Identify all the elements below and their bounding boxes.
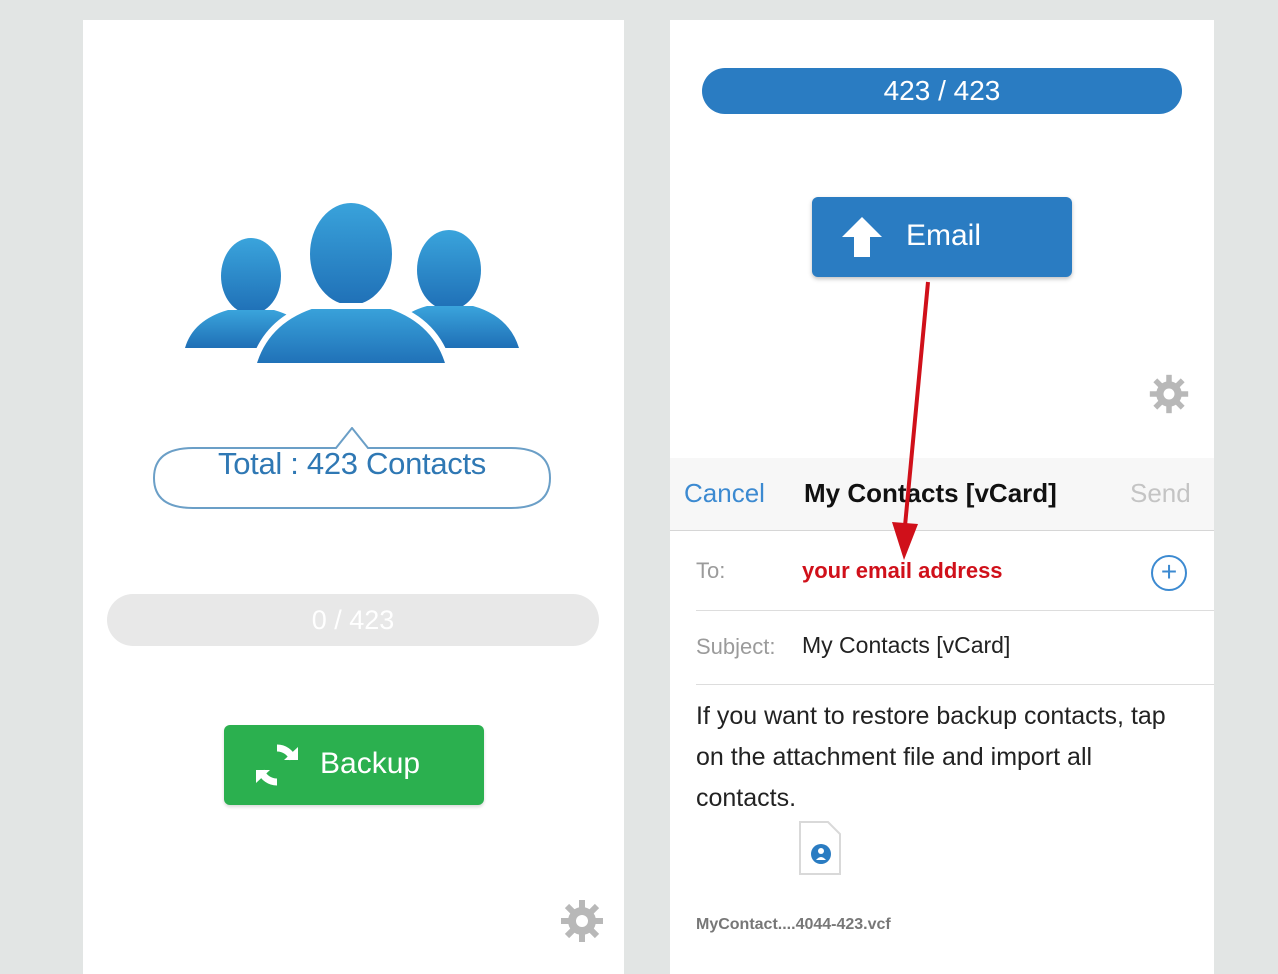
subject-label: Subject: — [696, 634, 776, 659]
message-body[interactable]: If you want to restore backup contacts, … — [696, 696, 1176, 819]
gear-icon[interactable] — [559, 898, 605, 944]
to-field[interactable]: To: your email address + — [696, 534, 1214, 611]
send-button[interactable]: Send — [1130, 478, 1191, 509]
backup-screen: Total : 423 Contacts 0 / 423 Backup — [83, 20, 624, 974]
attachment-filename[interactable]: MyContact....4044-423.vcf — [696, 916, 891, 934]
email-screen: 423 / 423 Email Cancel My Contacts [vCar… — [670, 20, 1214, 974]
backup-progress-bar: 0 / 423 — [107, 594, 599, 646]
to-value[interactable]: your email address — [802, 558, 1003, 584]
backup-button-label: Backup — [320, 747, 421, 780]
backup-button[interactable]: Backup — [224, 725, 484, 805]
subject-value[interactable]: My Contacts [vCard] — [802, 632, 1010, 659]
compose-nav-bar: Cancel My Contacts [vCard] Send — [670, 458, 1214, 531]
email-button[interactable]: Email — [812, 197, 1072, 277]
progress-text: 423 / 423 — [883, 75, 1001, 106]
progress-text: 0 / 423 — [311, 605, 395, 635]
add-recipient-icon[interactable]: + — [1151, 555, 1187, 591]
backup-progress-bar: 423 / 423 — [702, 68, 1182, 114]
compose-title: My Contacts [vCard] — [804, 478, 1057, 508]
contacts-group-icon — [185, 198, 519, 368]
gear-icon[interactable] — [1148, 373, 1190, 415]
subject-field[interactable]: Subject: My Contacts [vCard] — [696, 610, 1214, 685]
cancel-button[interactable]: Cancel — [684, 478, 765, 509]
email-button-label: Email — [906, 219, 982, 252]
total-contacts-label: Total : 423 Contacts — [218, 446, 486, 481]
upload-arrow-icon — [842, 217, 882, 257]
mail-compose-sheet: Cancel My Contacts [vCard] Send To: your… — [670, 458, 1214, 974]
contact-file-icon[interactable] — [796, 820, 842, 876]
to-label: To: — [696, 558, 726, 583]
sync-icon — [256, 744, 298, 786]
